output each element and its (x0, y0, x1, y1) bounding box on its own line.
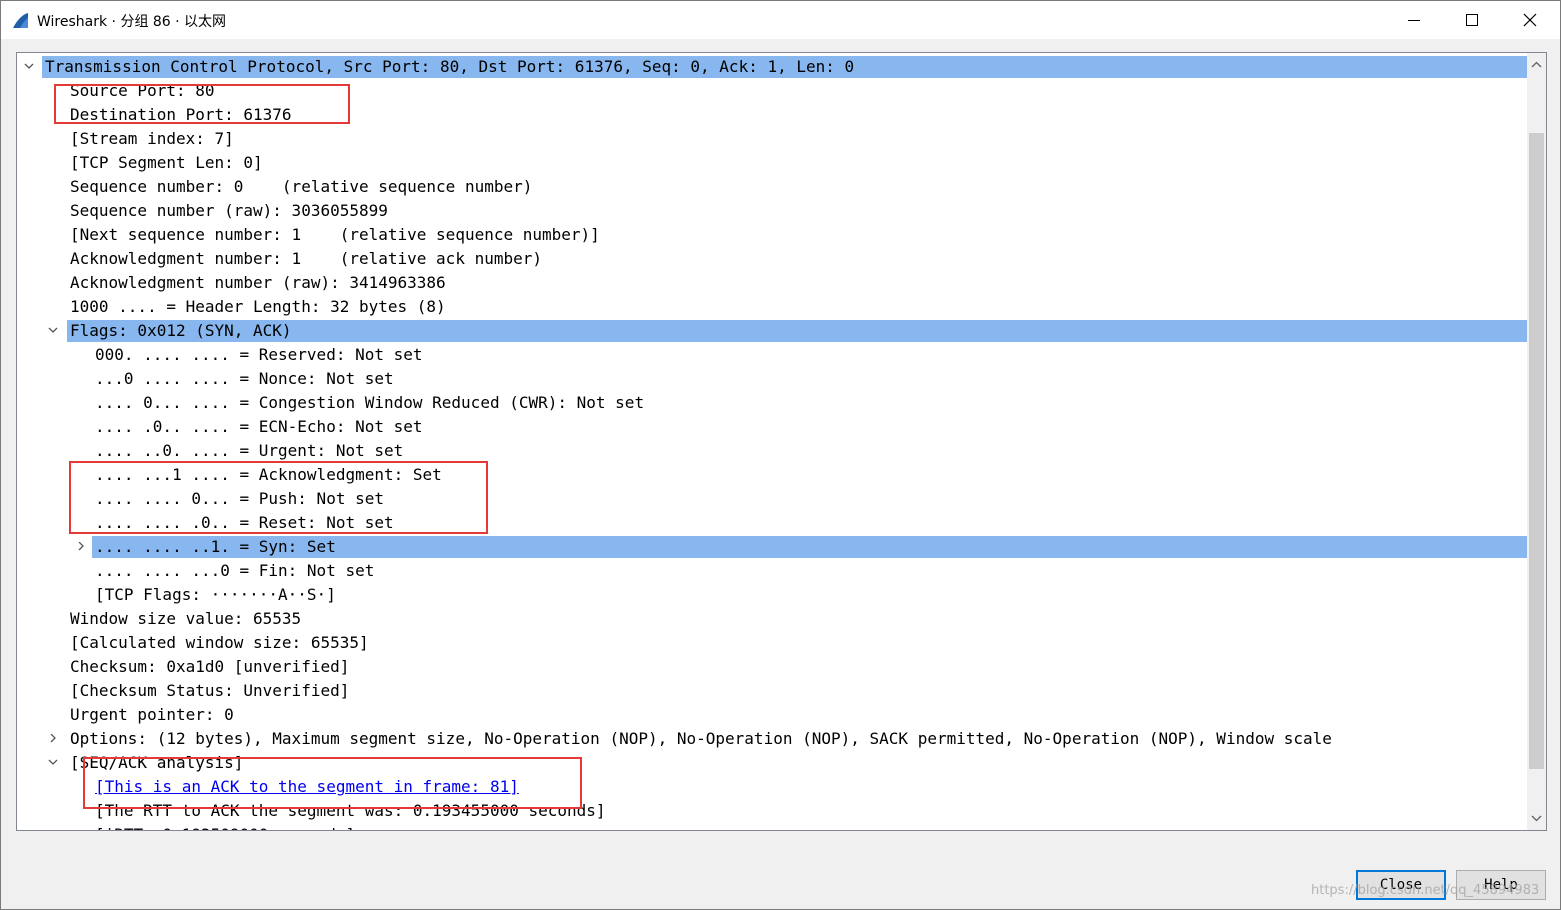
tree-row[interactable]: [TCP Segment Len: 0] (17, 151, 1527, 175)
row-label: .... ..0. .... = Urgent: Not set (95, 441, 404, 460)
row-label: [SEQ/ACK analysis] (70, 753, 244, 772)
row-label: [Calculated window size: 65535] (70, 633, 369, 652)
row-label: [Stream index: 7] (70, 129, 234, 148)
chevron-down-icon (1531, 815, 1542, 822)
packet-details-window: Wireshark · 分组 86 · 以太网 Transmission Con… (0, 0, 1561, 910)
chevron-up-icon (1531, 61, 1542, 68)
row-label: [The RTT to ACK the segment was: 0.19345… (95, 801, 606, 820)
tree-row[interactable]: [iRTT: 0.193509000 seconds] (17, 823, 1527, 830)
row-label: .... .... ..1. = Syn: Set (95, 537, 336, 556)
tree-row[interactable]: Options: (12 bytes), Maximum segment siz… (17, 727, 1527, 751)
tree-row[interactable]: [SEQ/ACK analysis] (17, 751, 1527, 775)
maximize-button[interactable] (1443, 1, 1501, 39)
packet-detail-tree[interactable]: Transmission Control Protocol, Src Port:… (16, 52, 1547, 831)
tree-row[interactable]: [The RTT to ACK the segment was: 0.19345… (17, 799, 1527, 823)
row-label: Destination Port: 61376 (70, 105, 292, 124)
tree-row[interactable]: .... 0... .... = Congestion Window Reduc… (17, 391, 1527, 415)
tree-row[interactable]: .... ...1 .... = Acknowledgment: Set (17, 463, 1527, 487)
frame-link[interactable]: [This is an ACK to the segment in frame:… (95, 775, 519, 799)
tree-row[interactable]: [Calculated window size: 65535] (17, 631, 1527, 655)
tree-row[interactable]: .... .0.. .... = ECN-Echo: Not set (17, 415, 1527, 439)
chevron-down-icon[interactable] (46, 319, 62, 343)
row-label: Options: (12 bytes), Maximum segment siz… (70, 729, 1332, 748)
row-label: Flags: 0x012 (SYN, ACK) (70, 321, 292, 340)
vertical-scrollbar[interactable] (1527, 53, 1546, 830)
row-label: ...0 .... .... = Nonce: Not set (95, 369, 394, 388)
tree-row[interactable]: Transmission Control Protocol, Src Port:… (17, 55, 1527, 79)
tree-row[interactable]: Flags: 0x012 (SYN, ACK) (17, 319, 1527, 343)
tree-row[interactable]: [Stream index: 7] (17, 127, 1527, 151)
row-label: .... 0... .... = Congestion Window Reduc… (95, 393, 645, 412)
tree-row[interactable]: [Next sequence number: 1 (relative seque… (17, 223, 1527, 247)
tree-viewport: Transmission Control Protocol, Src Port:… (17, 53, 1527, 830)
chevron-right-icon[interactable] (46, 727, 62, 751)
chevron-right-icon[interactable] (74, 535, 90, 559)
tree-row[interactable]: 000. .... .... = Reserved: Not set (17, 343, 1527, 367)
tree-row[interactable]: .... .... 0... = Push: Not set (17, 487, 1527, 511)
row-label: .... .... 0... = Push: Not set (95, 489, 384, 508)
scrollbar-thumb[interactable] (1529, 133, 1544, 769)
close-window-button[interactable] (1501, 1, 1559, 39)
tree-row[interactable]: Acknowledgment number: 1 (relative ack n… (17, 247, 1527, 271)
title-bar[interactable]: Wireshark · 分组 86 · 以太网 (1, 1, 1560, 39)
minimize-icon (1408, 20, 1420, 21)
tree-row[interactable]: .... ..0. .... = Urgent: Not set (17, 439, 1527, 463)
tree-row[interactable]: .... .... ...0 = Fin: Not set (17, 559, 1527, 583)
tree-row[interactable]: [Checksum Status: Unverified] (17, 679, 1527, 703)
tree-row[interactable]: Source Port: 80 (17, 79, 1527, 103)
tree-row[interactable]: .... .... ..1. = Syn: Set (17, 535, 1527, 559)
chevron-down-icon[interactable] (22, 55, 38, 79)
tree-row[interactable]: 1000 .... = Header Length: 32 bytes (8) (17, 295, 1527, 319)
row-label: Urgent pointer: 0 (70, 705, 234, 724)
tree-row[interactable]: .... .... .0.. = Reset: Not set (17, 511, 1527, 535)
row-label: Acknowledgment number: 1 (relative ack n… (70, 249, 543, 268)
row-label: .... .... .0.. = Reset: Not set (95, 513, 394, 532)
tree-row[interactable]: Sequence number (raw): 3036055899 (17, 199, 1527, 223)
tree-row[interactable]: Urgent pointer: 0 (17, 703, 1527, 727)
close-icon (1523, 13, 1537, 27)
row-label: Sequence number: 0 (relative sequence nu… (70, 177, 533, 196)
row-label: 1000 .... = Header Length: 32 bytes (8) (70, 297, 446, 316)
row-label: Window size value: 65535 (70, 609, 302, 628)
tree-row[interactable]: ...0 .... .... = Nonce: Not set (17, 367, 1527, 391)
row-label: Checksum: 0xa1d0 [unverified] (70, 657, 350, 676)
row-label: .... ...1 .... = Acknowledgment: Set (95, 465, 442, 484)
tree-row[interactable]: [This is an ACK to the segment in frame:… (17, 775, 1527, 799)
wireshark-fin-icon (11, 10, 31, 30)
row-label: Acknowledgment number (raw): 3414963386 (70, 273, 446, 292)
tree-row[interactable]: [TCP Flags: ·······A··S·] (17, 583, 1527, 607)
row-label: [TCP Segment Len: 0] (70, 153, 263, 172)
window-title: Wireshark · 分组 86 · 以太网 (37, 14, 227, 30)
row-label: 000. .... .... = Reserved: Not set (95, 345, 423, 364)
row-label: [TCP Flags: ·······A··S·] (95, 585, 336, 604)
row-label: [iRTT: 0.193509000 seconds] (95, 823, 355, 830)
watermark: https://blog.csdn.net/qq_45894983 (1311, 883, 1540, 898)
tree-row[interactable]: Checksum: 0xa1d0 [unverified] (17, 655, 1527, 679)
row-label: .... .... ...0 = Fin: Not set (95, 561, 375, 580)
scroll-down-button[interactable] (1527, 809, 1546, 828)
tree-row[interactable]: Sequence number: 0 (relative sequence nu… (17, 175, 1527, 199)
minimize-button[interactable] (1385, 1, 1443, 39)
maximize-icon (1466, 14, 1478, 26)
row-label: [Next sequence number: 1 (relative seque… (70, 225, 600, 244)
chevron-down-icon[interactable] (46, 751, 62, 775)
tree-row[interactable]: Acknowledgment number (raw): 3414963386 (17, 271, 1527, 295)
row-label: [Checksum Status: Unverified] (70, 681, 350, 700)
row-label: Transmission Control Protocol, Src Port:… (45, 57, 855, 76)
tree-row[interactable]: Destination Port: 61376 (17, 103, 1527, 127)
tree-row[interactable]: Window size value: 65535 (17, 607, 1527, 631)
row-label: Source Port: 80 (70, 81, 215, 100)
scroll-up-button[interactable] (1527, 55, 1546, 74)
row-label: Sequence number (raw): 3036055899 (70, 201, 388, 220)
row-label: .... .0.. .... = ECN-Echo: Not set (95, 417, 423, 436)
